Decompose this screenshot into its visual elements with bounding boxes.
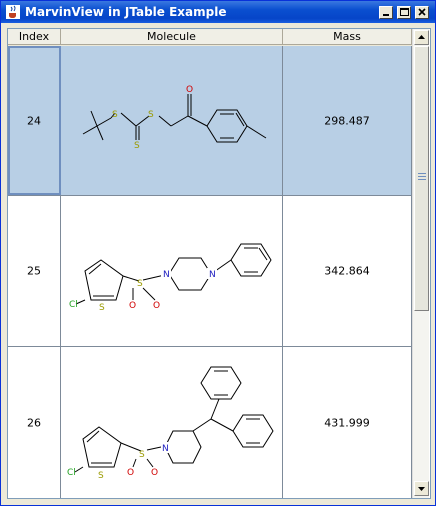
atom-label-o: O [151,468,158,478]
vertical-scrollbar[interactable] [412,29,429,498]
atom-label-s: S [112,110,118,120]
scroll-down-button[interactable] [414,481,429,496]
molecule-table[interactable]: Index Molecule Mass 24 S S S O 298.487 2… [7,28,431,499]
mass-cell[interactable]: 342.864 [283,196,412,346]
index-value: 25 [27,264,41,278]
molecule-structure-26: Cl S S O O N [67,366,274,481]
index-value: 24 [27,114,41,127]
mass-cell[interactable]: 298.487 [283,46,412,195]
maximize-icon [400,8,409,16]
mass-value: 431.999 [324,416,370,429]
mass-value: 298.487 [324,114,370,127]
table-header: Index Molecule Mass [8,29,412,46]
atom-label-o: O [129,301,136,311]
arrow-down-icon [418,487,425,491]
column-header-index[interactable]: Index [8,29,61,45]
minimize-icon [383,14,389,16]
close-button[interactable] [415,6,429,19]
atom-label-cl: Cl [69,300,78,310]
molecule-cell[interactable]: S S S O [61,46,283,195]
atom-label-n: N [162,444,169,454]
molecule-structure-24: S S S O [82,85,267,151]
atom-label-s: S [139,450,145,460]
atom-label-n: N [163,270,170,280]
molecule-cell[interactable]: Cl S S O O N N [61,196,283,346]
table-row[interactable]: 25 Cl S S O O N N 342.864 [8,196,412,347]
arrow-up-icon [418,35,425,39]
minimize-button[interactable] [379,6,393,19]
scroll-thumb[interactable] [414,46,429,311]
mass-cell[interactable]: 431.999 [283,347,412,498]
title-bar[interactable]: MarvinView in JTable Example [1,1,435,23]
atom-label-cl: Cl [67,468,76,478]
maximize-button[interactable] [397,6,411,19]
column-header-molecule[interactable]: Molecule [61,29,283,45]
table-row[interactable]: 24 S S S O 298.487 [8,46,412,196]
window-title: MarvinView in JTable Example [25,5,227,19]
index-cell[interactable]: 24 [8,46,61,195]
table-row[interactable]: 26 Cl S S O O N 431.999 [8,347,412,498]
thumb-grip [418,179,426,180]
close-icon [418,8,426,16]
atom-label-s: S [99,303,105,313]
index-cell[interactable]: 25 [8,196,61,346]
molecule-cell[interactable]: Cl S S O O N [61,347,283,498]
molecule-structure-25: Cl S S O O N N [69,243,272,313]
atom-label-o: O [186,85,193,95]
atom-label-n: N [209,270,216,280]
atom-label-s: S [134,141,140,151]
java-cup-icon [6,5,20,19]
thumb-grip [418,173,426,174]
column-header-mass[interactable]: Mass [283,29,412,45]
index-cell[interactable]: 26 [8,347,61,498]
atom-label-o: O [127,468,134,478]
thumb-grip [418,176,426,177]
index-value: 26 [27,416,41,429]
atom-label-s: S [148,110,154,120]
mass-value: 342.864 [324,264,370,278]
app-window: MarvinView in JTable Example Index Molec… [0,0,436,506]
atom-label-s: S [137,279,143,289]
atom-label-o: O [153,301,160,311]
atom-label-s: S [98,471,104,481]
scroll-up-button[interactable] [414,30,429,45]
